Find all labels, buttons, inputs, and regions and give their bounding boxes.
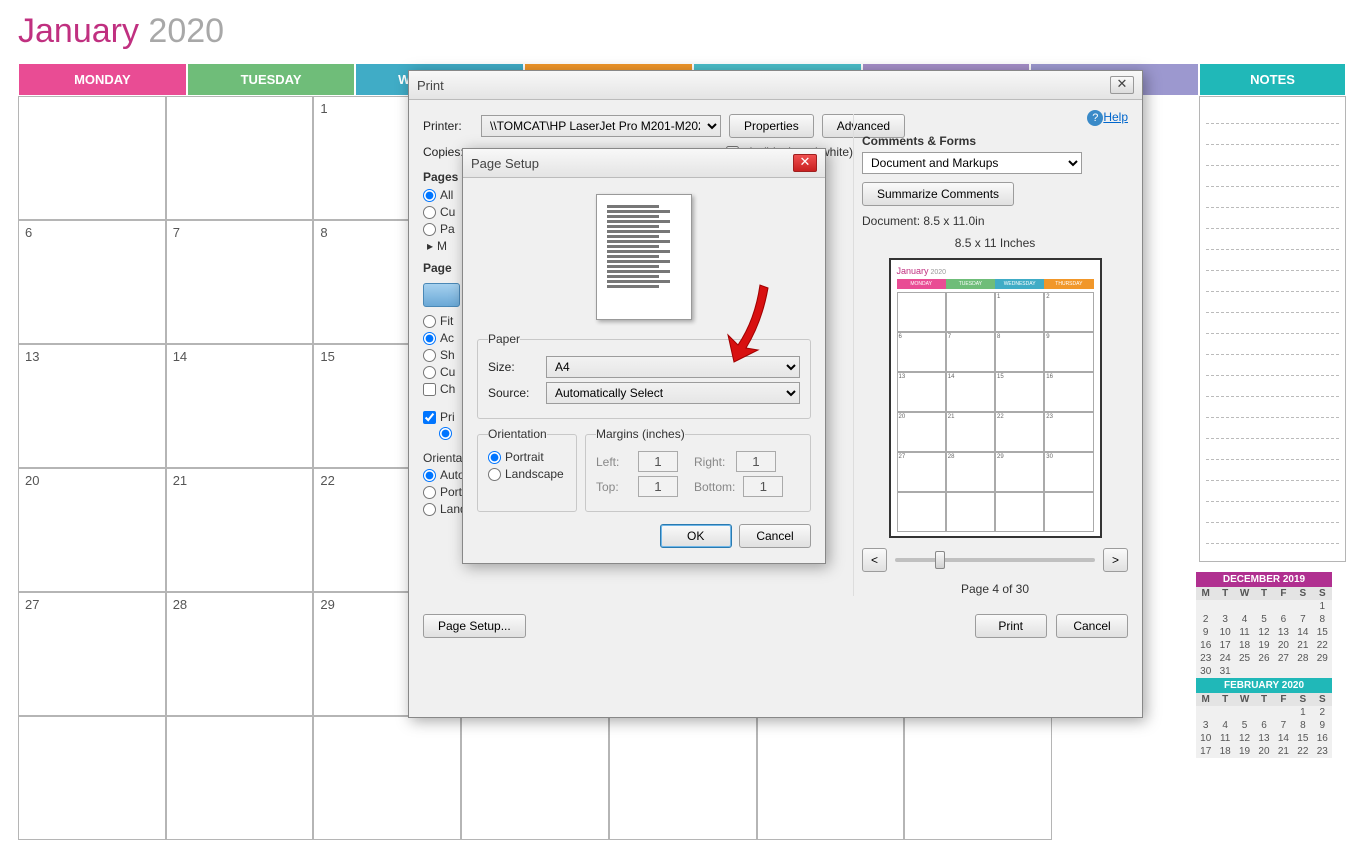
print-preview: January 2020 MONDAY TUESDAY WEDNESDAY TH… bbox=[889, 258, 1102, 538]
mini-cal-feb: FEBRUARY 2020 MTWTFSS1234567891011121314… bbox=[1196, 678, 1332, 758]
printer-select[interactable]: \\TOMCAT\HP LaserJet Pro M201-M202 PCL 6 bbox=[481, 115, 721, 137]
calendar-cell bbox=[313, 716, 461, 840]
pages-all-radio[interactable] bbox=[423, 189, 436, 202]
mini-calendars: DECEMBER 2019 MTWTFSS1234567891011121314… bbox=[1196, 572, 1332, 758]
source-select[interactable]: Automatically Select bbox=[546, 382, 800, 404]
margin-bottom-input bbox=[743, 476, 783, 497]
preview-dims: 8.5 x 11 Inches bbox=[862, 236, 1128, 250]
landscape-orient-radio[interactable] bbox=[423, 503, 436, 516]
orientation-fieldset: Orientation Portrait Landscape bbox=[477, 427, 577, 512]
page-setup-button[interactable]: Page Setup... bbox=[423, 614, 526, 638]
page-status: Page 4 of 30 bbox=[862, 582, 1128, 596]
size-label: Size: bbox=[488, 360, 538, 374]
ps-portrait-radio[interactable] bbox=[488, 451, 501, 464]
fit-radio[interactable] bbox=[423, 315, 436, 328]
custom-scale-radio[interactable] bbox=[423, 366, 436, 379]
print-dialog-title: Print bbox=[417, 78, 444, 93]
summarize-button[interactable]: Summarize Comments bbox=[862, 182, 1014, 206]
size-select[interactable]: A4 bbox=[546, 356, 800, 378]
zoom-slider[interactable] bbox=[895, 558, 1095, 562]
comments-heading: Comments & Forms bbox=[862, 134, 1128, 148]
paper-legend: Paper bbox=[488, 332, 520, 346]
month-label: January bbox=[18, 12, 139, 50]
page-setup-dialog: Page Setup ✕ Paper Size: A4 Source: Auto… bbox=[462, 148, 826, 564]
pages-range-radio[interactable] bbox=[423, 223, 436, 236]
preview-next-button[interactable]: > bbox=[1103, 548, 1128, 572]
size-tab[interactable] bbox=[423, 283, 460, 307]
calendar-cell: 21 bbox=[166, 468, 314, 592]
calendar-cell: 6 bbox=[18, 220, 166, 344]
calendar-cell bbox=[461, 716, 609, 840]
print-dialog-titlebar: Print ✕ bbox=[409, 71, 1142, 100]
calendar-cell: 7 bbox=[166, 220, 314, 344]
shrink-radio[interactable] bbox=[423, 349, 436, 362]
calendar-cell: 28 bbox=[166, 592, 314, 716]
margin-left-input bbox=[638, 451, 678, 472]
mini-cal-dec: DECEMBER 2019 MTWTFSS1234567891011121314… bbox=[1196, 572, 1332, 678]
ps-cancel-button[interactable]: Cancel bbox=[739, 524, 811, 548]
margins-fieldset: Margins (inches) Left: Right: Top: Botto… bbox=[585, 427, 811, 512]
margin-right-input bbox=[736, 451, 776, 472]
calendar-cell bbox=[18, 96, 166, 220]
print-button[interactable]: Print bbox=[975, 614, 1047, 638]
notes-column bbox=[1199, 96, 1346, 562]
calendar-cell bbox=[166, 96, 314, 220]
calendar-cell bbox=[904, 716, 1052, 840]
ps-ok-button[interactable]: OK bbox=[660, 524, 732, 548]
help-link[interactable]: Help bbox=[1103, 110, 1128, 124]
print-both-checkbox[interactable] bbox=[423, 411, 436, 424]
calendar-cell: 27 bbox=[18, 592, 166, 716]
calendar-cell bbox=[757, 716, 905, 840]
auto-orient-radio[interactable] bbox=[423, 469, 436, 482]
actual-radio[interactable] bbox=[423, 332, 436, 345]
orientation-legend: Orientation bbox=[488, 427, 547, 441]
choose-paper-checkbox[interactable] bbox=[423, 383, 436, 396]
day-header-mon: MONDAY bbox=[18, 63, 187, 96]
day-header-tue: TUESDAY bbox=[187, 63, 356, 96]
ps-landscape-radio[interactable] bbox=[488, 468, 501, 481]
calendar-cell: 14 bbox=[166, 344, 314, 468]
notes-header: NOTES bbox=[1199, 63, 1346, 96]
calendar-title: January 2020 bbox=[0, 0, 1364, 63]
calendar-cell: 20 bbox=[18, 468, 166, 592]
year-label: 2020 bbox=[148, 12, 224, 50]
pages-current-radio[interactable] bbox=[423, 206, 436, 219]
calendar-cell bbox=[18, 716, 166, 840]
calendar-cell: 13 bbox=[18, 344, 166, 468]
print-cancel-button[interactable]: Cancel bbox=[1056, 614, 1128, 638]
source-label: Source: bbox=[488, 386, 538, 400]
ps-close-button[interactable]: ✕ bbox=[793, 154, 817, 172]
doc-dims: Document: 8.5 x 11.0in bbox=[862, 214, 1128, 228]
portrait-orient-radio[interactable] bbox=[423, 486, 436, 499]
margin-top-input bbox=[638, 476, 678, 497]
print-close-button[interactable]: ✕ bbox=[1110, 76, 1134, 94]
margins-legend: Margins (inches) bbox=[596, 427, 685, 441]
printer-label: Printer: bbox=[423, 119, 473, 133]
paper-fieldset: Paper Size: A4 Source: Automatically Sel… bbox=[477, 332, 811, 419]
properties-button[interactable]: Properties bbox=[729, 114, 814, 138]
preview-prev-button[interactable]: < bbox=[862, 548, 887, 572]
flip-radio[interactable] bbox=[439, 427, 452, 440]
comments-select[interactable]: Document and Markups bbox=[862, 152, 1082, 174]
help-icon[interactable]: ? bbox=[1087, 110, 1103, 126]
calendar-cell bbox=[609, 716, 757, 840]
ps-title: Page Setup bbox=[471, 156, 539, 171]
calendar-cell bbox=[166, 716, 314, 840]
ps-preview bbox=[596, 194, 692, 320]
ps-titlebar: Page Setup ✕ bbox=[463, 149, 825, 178]
